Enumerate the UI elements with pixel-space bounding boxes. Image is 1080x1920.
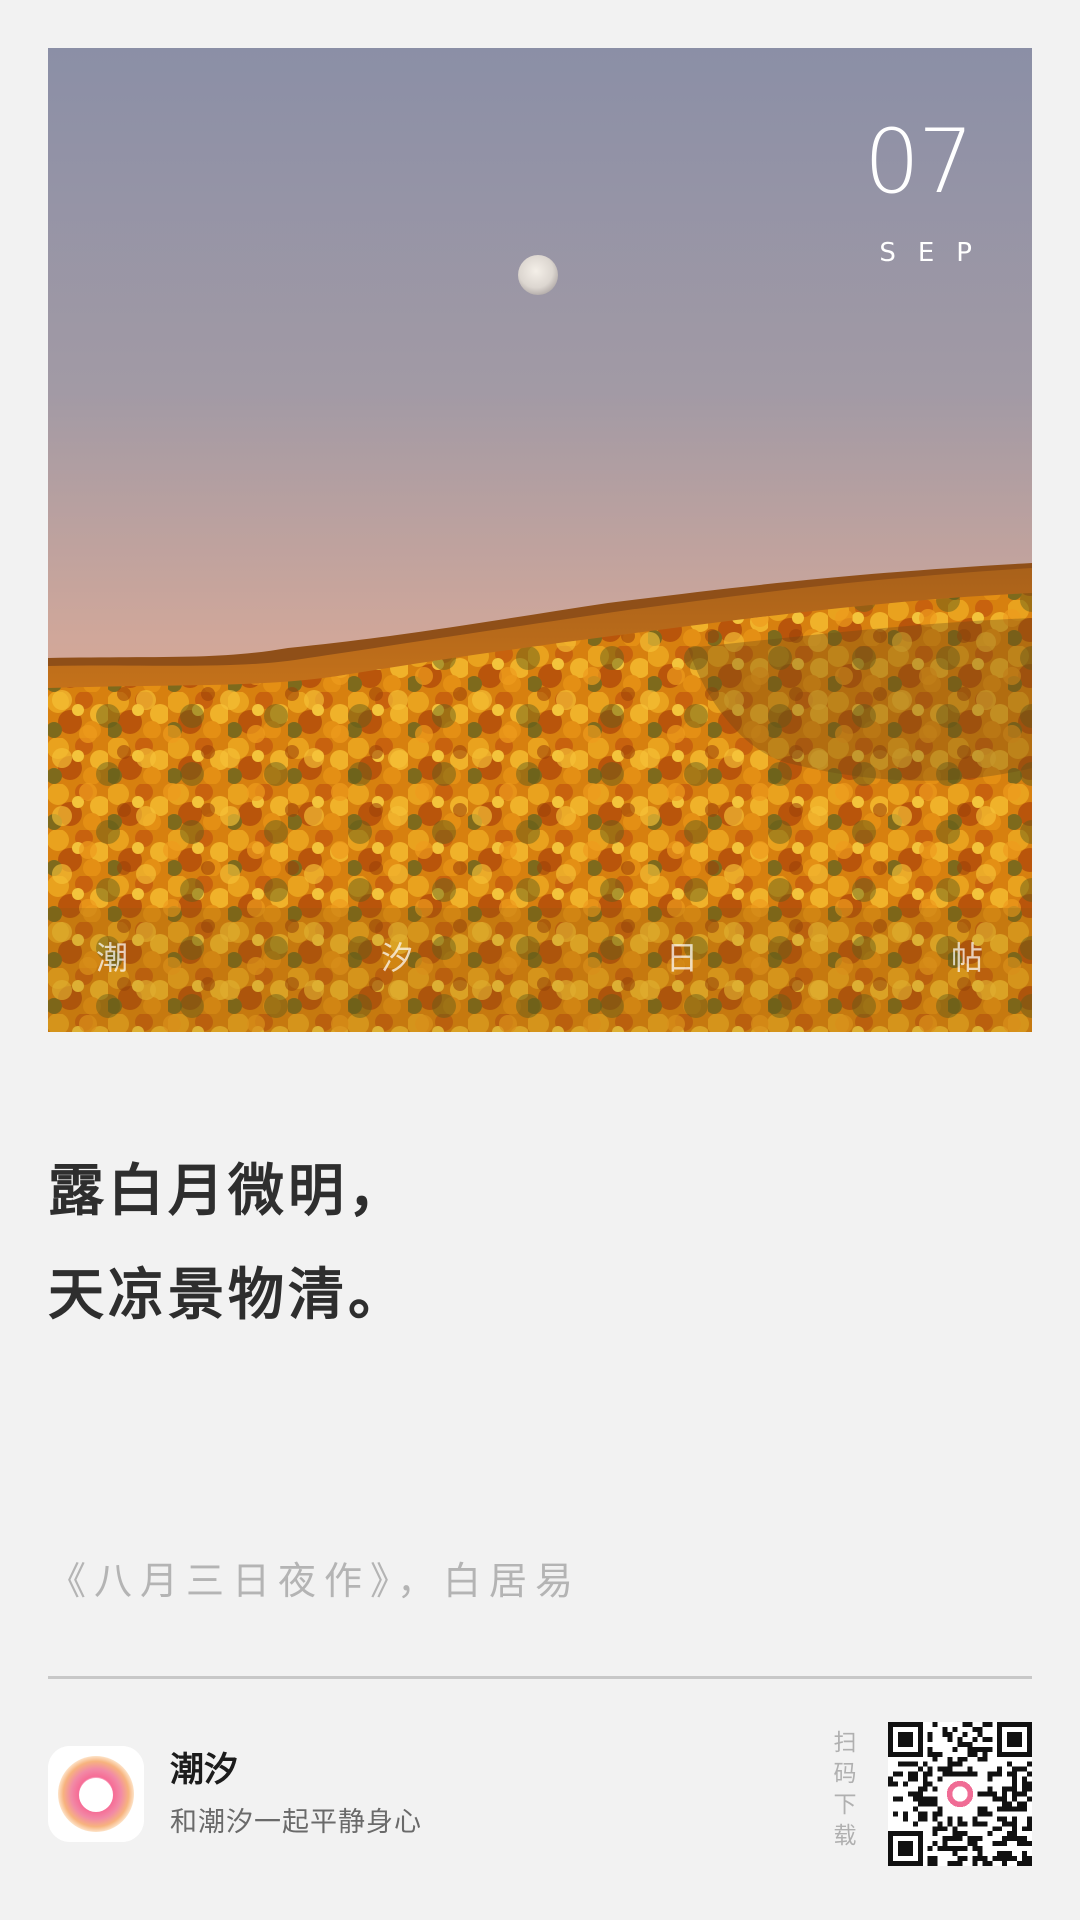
poem-source: 《八月三日夜作》，白居易 — [48, 1559, 582, 1603]
moon — [518, 255, 558, 295]
scan-to-download-label: 扫码下载 — [829, 1730, 855, 1854]
app-slogan: 和潮汐一起平静身心 — [170, 1807, 422, 1838]
watermark-char: 帖 — [951, 939, 984, 977]
poem: 露白月微明， 天凉景物清。 — [48, 1140, 1032, 1348]
poem-line: 天凉景物清。 — [48, 1263, 408, 1328]
app-name: 潮汐 — [170, 1750, 238, 1790]
watermark-char: 汐 — [381, 939, 414, 977]
poem-line: 露白月微明， — [48, 1159, 408, 1224]
date-day: 07 — [864, 110, 974, 213]
hero-photo: 07 SEP 潮 汐 日 帖 — [48, 48, 1032, 1032]
date-month: SEP — [879, 238, 994, 268]
download-qr-code[interactable] — [888, 1722, 1032, 1866]
watermark-char: 日 — [666, 939, 699, 977]
tide-ring-icon — [48, 1746, 144, 1842]
card-watermark: 潮 汐 日 帖 — [48, 938, 1032, 978]
divider — [48, 1676, 1032, 1679]
watermark-char: 潮 — [96, 939, 129, 977]
